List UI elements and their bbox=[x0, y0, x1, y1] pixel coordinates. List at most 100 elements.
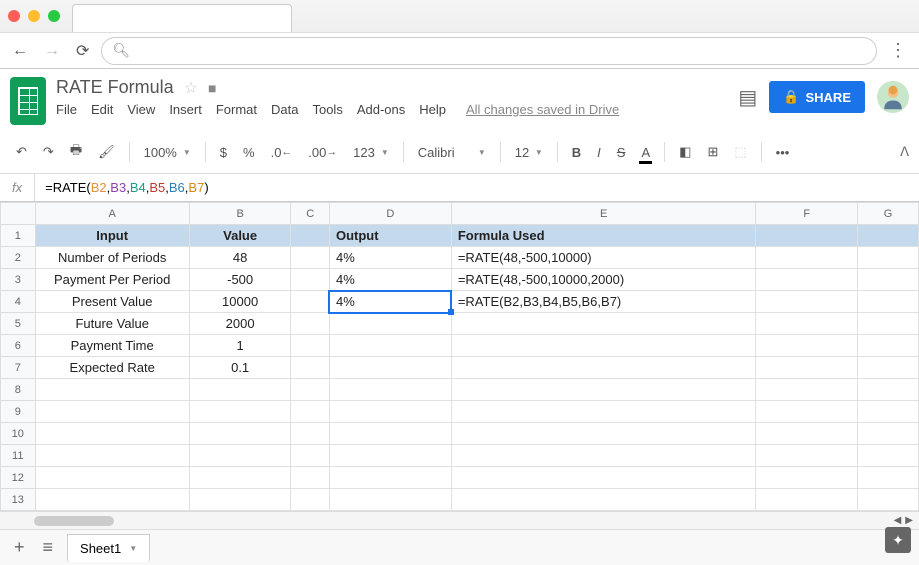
row-header-11[interactable]: 11 bbox=[1, 445, 36, 467]
document-title[interactable]: RATE Formula bbox=[56, 77, 174, 98]
comments-icon[interactable]: ▤ bbox=[738, 85, 757, 110]
print-button[interactable]: 🖶 bbox=[64, 137, 88, 167]
cell-D8[interactable] bbox=[329, 379, 451, 401]
cell-D1[interactable]: Output bbox=[329, 225, 451, 247]
cell-E7[interactable] bbox=[451, 357, 756, 379]
borders-button[interactable]: ⊞ bbox=[701, 140, 724, 164]
formula-input[interactable]: =RATE(B2,B3,B4,B5,B6,B7) bbox=[35, 180, 209, 196]
row-header-5[interactable]: 5 bbox=[1, 313, 36, 335]
cell-D9[interactable] bbox=[329, 401, 451, 423]
cell-D12[interactable] bbox=[329, 467, 451, 489]
cell-E1[interactable]: Formula Used bbox=[451, 225, 756, 247]
cell-F1[interactable] bbox=[756, 225, 858, 247]
back-button[interactable]: ← bbox=[8, 38, 32, 64]
font-size-select[interactable]: 12▼ bbox=[509, 141, 549, 164]
cell-E3[interactable]: =RATE(48,-500,10000,2000) bbox=[451, 269, 756, 291]
sheet-menu-icon[interactable]: ▼ bbox=[129, 544, 137, 553]
cell-A2[interactable]: Number of Periods bbox=[35, 247, 189, 269]
cell-C6[interactable] bbox=[291, 335, 330, 357]
bold-button[interactable]: B bbox=[566, 141, 587, 164]
cell-G4[interactable] bbox=[858, 291, 919, 313]
cell-G9[interactable] bbox=[858, 401, 919, 423]
cell-B6[interactable]: 1 bbox=[189, 335, 291, 357]
cell-E5[interactable] bbox=[451, 313, 756, 335]
collapse-toolbar-button[interactable]: ᐱ bbox=[900, 144, 909, 160]
cell-G2[interactable] bbox=[858, 247, 919, 269]
cell-E8[interactable] bbox=[451, 379, 756, 401]
cell-F11[interactable] bbox=[756, 445, 858, 467]
cell-D2[interactable]: 4% bbox=[329, 247, 451, 269]
cell-G1[interactable] bbox=[858, 225, 919, 247]
cell-A5[interactable]: Future Value bbox=[35, 313, 189, 335]
row-header-9[interactable]: 9 bbox=[1, 401, 36, 423]
scroll-right-icon[interactable]: ▶ bbox=[905, 515, 913, 526]
move-folder-icon[interactable]: ■ bbox=[208, 80, 216, 96]
row-header-7[interactable]: 7 bbox=[1, 357, 36, 379]
cell-F6[interactable] bbox=[756, 335, 858, 357]
cell-E11[interactable] bbox=[451, 445, 756, 467]
sheet-tab-sheet1[interactable]: Sheet1 ▼ bbox=[67, 534, 150, 562]
cell-B8[interactable] bbox=[189, 379, 291, 401]
cell-G11[interactable] bbox=[858, 445, 919, 467]
cell-D6[interactable] bbox=[329, 335, 451, 357]
scroll-left-icon[interactable]: ◀ bbox=[894, 515, 902, 526]
row-header-12[interactable]: 12 bbox=[1, 467, 36, 489]
cell-B9[interactable] bbox=[189, 401, 291, 423]
cell-A11[interactable] bbox=[35, 445, 189, 467]
forward-button[interactable]: → bbox=[40, 38, 64, 64]
cell-F3[interactable] bbox=[756, 269, 858, 291]
col-header-E[interactable]: E bbox=[451, 203, 756, 225]
col-header-F[interactable]: F bbox=[756, 203, 858, 225]
cell-C10[interactable] bbox=[291, 423, 330, 445]
star-icon[interactable]: ☆ bbox=[184, 78, 198, 98]
cell-C1[interactable] bbox=[291, 225, 330, 247]
cell-B11[interactable] bbox=[189, 445, 291, 467]
cell-B7[interactable]: 0.1 bbox=[189, 357, 291, 379]
cell-E9[interactable] bbox=[451, 401, 756, 423]
cell-B4[interactable]: 10000 bbox=[189, 291, 291, 313]
redo-button[interactable]: ↷ bbox=[37, 140, 60, 164]
increase-decimal-button[interactable]: .00→ bbox=[302, 141, 343, 164]
font-family-select[interactable]: Calibri▼ bbox=[412, 141, 492, 164]
horizontal-scrollbar[interactable]: ◀▶ bbox=[0, 511, 919, 529]
currency-button[interactable]: $ bbox=[214, 141, 233, 164]
window-close-button[interactable] bbox=[8, 10, 20, 22]
scroll-thumb[interactable] bbox=[34, 516, 114, 526]
window-minimize-button[interactable] bbox=[28, 10, 40, 22]
cell-F9[interactable] bbox=[756, 401, 858, 423]
cell-B2[interactable]: 48 bbox=[189, 247, 291, 269]
all-sheets-button[interactable]: ≡ bbox=[39, 533, 58, 562]
cell-F4[interactable] bbox=[756, 291, 858, 313]
cell-G12[interactable] bbox=[858, 467, 919, 489]
cell-E10[interactable] bbox=[451, 423, 756, 445]
cell-F12[interactable] bbox=[756, 467, 858, 489]
italic-button[interactable]: I bbox=[591, 141, 607, 164]
more-toolbar-button[interactable]: ••• bbox=[770, 141, 796, 164]
cell-B12[interactable] bbox=[189, 467, 291, 489]
col-header-D[interactable]: D bbox=[329, 203, 451, 225]
row-header-2[interactable]: 2 bbox=[1, 247, 36, 269]
cell-G13[interactable] bbox=[858, 489, 919, 511]
row-header-10[interactable]: 10 bbox=[1, 423, 36, 445]
cell-E4[interactable]: =RATE(B2,B3,B4,B5,B6,B7) bbox=[451, 291, 756, 313]
cell-A6[interactable]: Payment Time bbox=[35, 335, 189, 357]
cell-F5[interactable] bbox=[756, 313, 858, 335]
row-header-8[interactable]: 8 bbox=[1, 379, 36, 401]
cell-C4[interactable] bbox=[291, 291, 330, 313]
cell-C12[interactable] bbox=[291, 467, 330, 489]
add-sheet-button[interactable]: + bbox=[10, 533, 29, 562]
cell-A7[interactable]: Expected Rate bbox=[35, 357, 189, 379]
cell-A3[interactable]: Payment Per Period bbox=[35, 269, 189, 291]
fill-color-button[interactable]: ◧ bbox=[673, 140, 697, 164]
cell-A8[interactable] bbox=[35, 379, 189, 401]
cell-D13[interactable] bbox=[329, 489, 451, 511]
cell-C9[interactable] bbox=[291, 401, 330, 423]
cell-A1[interactable]: Input bbox=[35, 225, 189, 247]
cell-C11[interactable] bbox=[291, 445, 330, 467]
cell-G6[interactable] bbox=[858, 335, 919, 357]
menu-addons[interactable]: Add-ons bbox=[357, 102, 405, 117]
account-avatar[interactable] bbox=[877, 81, 909, 113]
cell-F13[interactable] bbox=[756, 489, 858, 511]
row-header-6[interactable]: 6 bbox=[1, 335, 36, 357]
cell-A12[interactable] bbox=[35, 467, 189, 489]
